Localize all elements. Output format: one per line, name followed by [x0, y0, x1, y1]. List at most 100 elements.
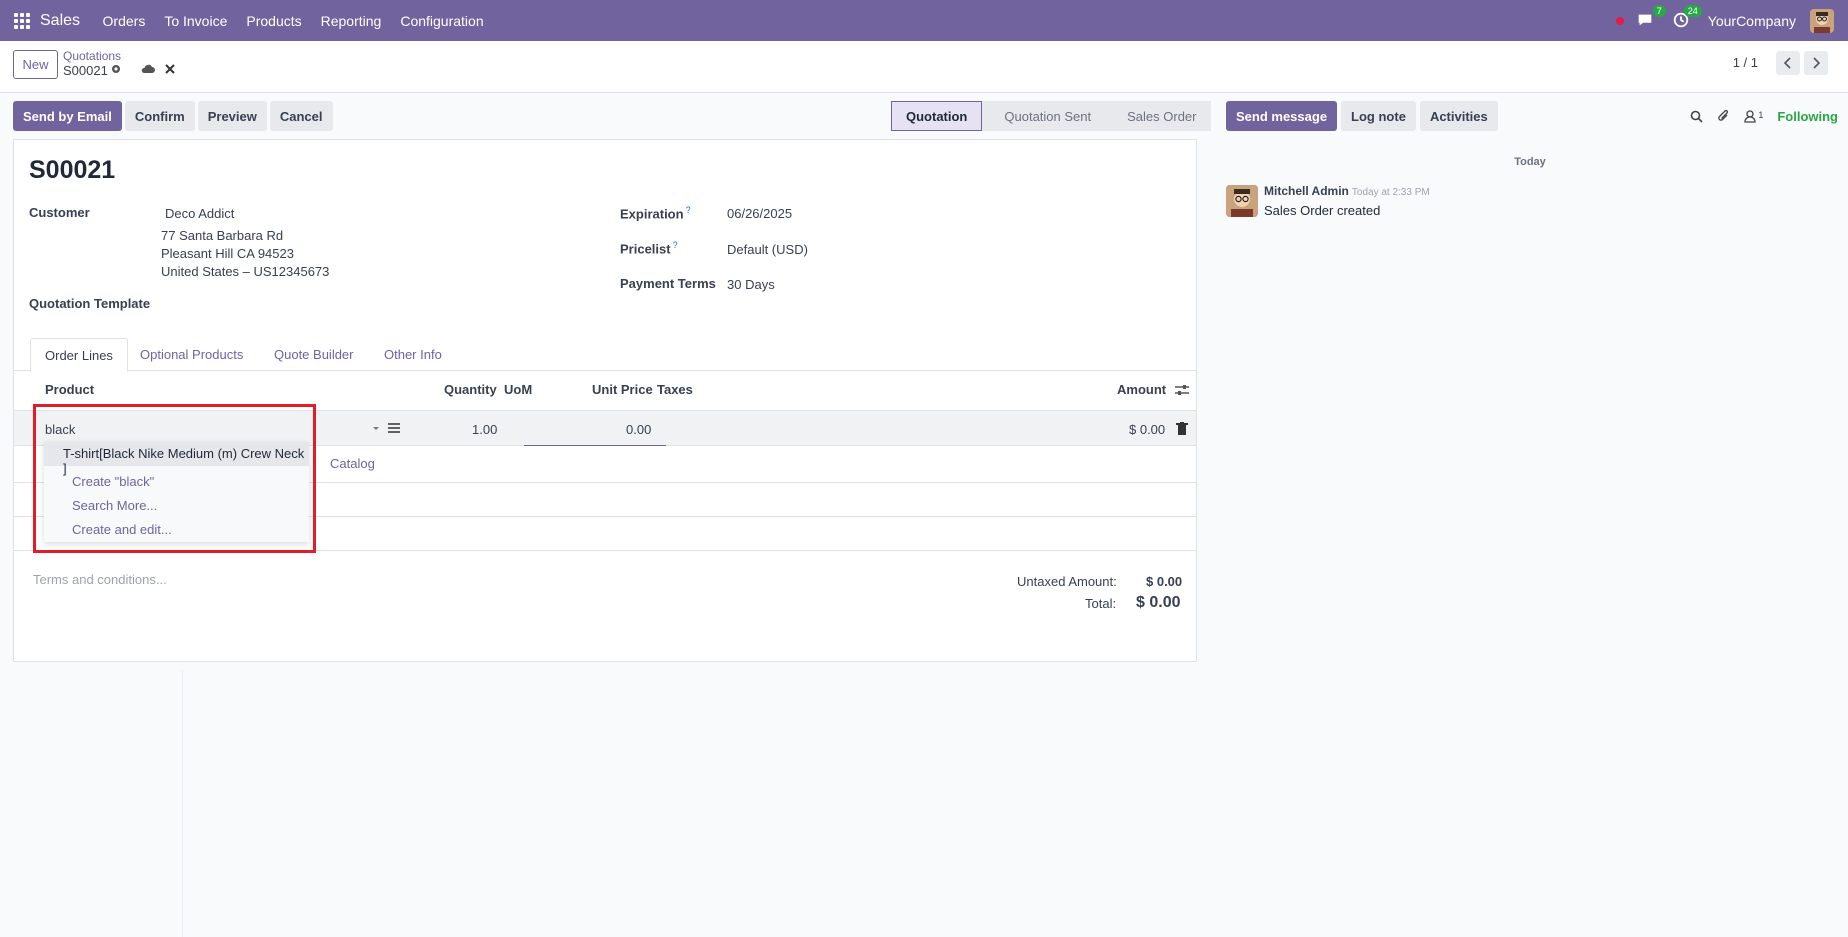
menu-products[interactable]: Products — [237, 13, 311, 29]
date-separator: Today — [1514, 156, 1546, 168]
col-uom[interactable]: UoM — [504, 382, 532, 397]
breadcrumb-quotations[interactable]: Quotations — [63, 49, 121, 63]
breadcrumb-current: S00021 — [63, 63, 108, 78]
autocomplete-create-edit-item[interactable]: Create and edit... — [72, 522, 172, 537]
tab-other-info[interactable]: Other Info — [370, 338, 456, 371]
tab-optional-products[interactable]: Optional Products — [126, 338, 257, 371]
col-unit-price[interactable]: Unit Price — [592, 382, 653, 397]
tab-order-lines[interactable]: Order Lines — [30, 338, 128, 372]
followers-count: 1 — [1758, 109, 1764, 120]
tab-quote-builder[interactable]: Quote Builder — [260, 338, 368, 371]
control-panel: New Quotations S00021 1 / 1 — [0, 41, 1848, 93]
autocomplete-match-item[interactable]: T-shirt[Black Nike Medium (m) Crew Neck … — [44, 442, 309, 476]
autocomplete-create-item[interactable]: Create "black" — [72, 474, 154, 489]
menu-configuration[interactable]: Configuration — [391, 13, 493, 29]
stage-quotation[interactable]: Quotation — [891, 101, 983, 131]
quantity-input[interactable]: 1.00 — [472, 422, 497, 437]
top-navbar: Sales Orders To Invoice Products Reporti… — [0, 0, 1848, 41]
apps-menu-icon[interactable] — [13, 12, 31, 30]
customer-name[interactable]: Deco Addict — [165, 206, 234, 221]
row-divider — [14, 550, 1196, 551]
chevron-left-icon — [1784, 57, 1791, 69]
paperclip-icon[interactable] — [1717, 109, 1730, 123]
unit-price-input[interactable]: 0.00 — [626, 422, 651, 437]
pricelist-label-text: Pricelist — [620, 241, 671, 257]
message-author-name[interactable]: Mitchell Admin — [1264, 184, 1349, 198]
catalog-link[interactable]: Catalog — [330, 456, 375, 471]
untaxed-amount-label: Untaxed Amount: — [1017, 574, 1117, 589]
chevron-right-icon — [1813, 57, 1820, 69]
payment-terms-value[interactable]: 30 Days — [727, 277, 775, 292]
trash-icon[interactable] — [1176, 422, 1188, 435]
col-amount[interactable]: Amount — [1117, 382, 1166, 397]
col-product[interactable]: Product — [45, 382, 94, 397]
app-name[interactable]: Sales — [40, 12, 80, 30]
message-time: Today at 2:33 PM — [1351, 187, 1430, 198]
help-mark[interactable]: ? — [673, 240, 678, 250]
stage-quotation-sent[interactable]: Quotation Sent — [982, 101, 1106, 131]
terms-conditions-input[interactable]: Terms and conditions... — [33, 572, 167, 587]
followers-button[interactable]: 1 — [1744, 110, 1763, 123]
chatter-tools: 1 Following — [1690, 101, 1838, 131]
order-line-edit-row: black 1.00 0.00 $ 0.00 — [14, 410, 1196, 446]
cancel-button[interactable]: Cancel — [269, 101, 333, 131]
menu-to-invoice[interactable]: To Invoice — [155, 13, 237, 29]
quotation-template-label: Quotation Template — [29, 296, 151, 311]
product-configurator-icon[interactable] — [388, 422, 400, 434]
record-title: S00021 — [29, 156, 116, 184]
gear-icon[interactable] — [110, 63, 122, 75]
pager-previous-button[interactable] — [1776, 51, 1800, 75]
customer-address-line1: 77 Santa Barbara Rd — [161, 228, 284, 243]
status-bar: Quotation Quotation Sent Sales Order — [891, 101, 1211, 131]
col-quantity[interactable]: Quantity — [444, 382, 497, 397]
new-button[interactable]: New — [13, 50, 58, 79]
log-note-button[interactable]: Log note — [1341, 101, 1416, 131]
company-switcher[interactable]: YourCompany — [1708, 13, 1796, 29]
payment-terms-label: Payment Terms — [620, 276, 716, 291]
user-avatar[interactable] — [1810, 8, 1834, 33]
customer-address-line3: United States – US12345673 — [161, 264, 330, 279]
search-icon[interactable] — [1690, 110, 1703, 123]
optional-columns-icon[interactable] — [1175, 384, 1189, 396]
confirm-button[interactable]: Confirm — [124, 101, 195, 131]
send-message-button[interactable]: Send message — [1226, 101, 1338, 131]
messages-badge: 7 — [1652, 4, 1666, 17]
caret-down-icon[interactable] — [372, 426, 380, 432]
following-button[interactable]: Following — [1777, 109, 1838, 124]
recording-indicator — [1615, 16, 1624, 25]
expiration-label: Expiration? — [620, 205, 691, 221]
send-by-email-button[interactable]: Send by Email — [13, 101, 122, 131]
autocomplete-search-more-item[interactable]: Search More... — [72, 498, 157, 513]
stage-sales-order[interactable]: Sales Order — [1105, 101, 1211, 131]
expiration-value[interactable]: 06/26/2025 — [727, 206, 792, 221]
pager-next-button[interactable] — [1804, 51, 1828, 75]
form-sheet: S00021 Customer Deco Addict 77 Santa Bar… — [13, 139, 1197, 662]
message-author-avatar — [1226, 185, 1258, 217]
order-lines-header: Product Quantity UoM Unit Price Taxes Am… — [14, 373, 1196, 403]
user-icon — [1744, 109, 1756, 123]
activities-button[interactable]: Activities — [1419, 101, 1498, 131]
chatter-topbar: Send message Log note Activities — [1226, 101, 1498, 131]
breadcrumb-record-name: S00021 — [63, 63, 108, 78]
pager-value[interactable]: 1 / 1 — [1733, 55, 1758, 70]
preview-button[interactable]: Preview — [197, 101, 267, 131]
menu-orders[interactable]: Orders — [93, 13, 155, 29]
pricelist-value[interactable]: Default (USD) — [727, 242, 808, 257]
notebook-tabs: Order Lines Optional Products Quote Buil… — [14, 338, 1196, 372]
customer-label: Customer — [29, 205, 90, 220]
product-autocomplete-dropdown: T-shirt[Black Nike Medium (m) Crew Neck … — [44, 442, 309, 542]
message-author[interactable]: Mitchell Admin Today at 2:33 PM — [1264, 184, 1430, 198]
line-amount: $ 0.00 — [1129, 422, 1166, 437]
col-taxes[interactable]: Taxes — [657, 382, 693, 397]
activities-badge: 24 — [1683, 4, 1702, 17]
total-value: $ 0.00 — [1136, 594, 1181, 611]
menu-reporting[interactable]: Reporting — [311, 13, 391, 29]
save-cloud-icon[interactable] — [141, 63, 155, 75]
total-label: Total: — [1085, 596, 1117, 611]
help-mark[interactable]: ? — [686, 205, 691, 215]
product-input[interactable]: black — [45, 422, 75, 437]
messages-icon[interactable]: 7 — [1636, 4, 1666, 31]
discard-x-icon[interactable] — [165, 64, 175, 74]
customer-address-line2: Pleasant Hill CA 94523 — [161, 246, 294, 261]
activities-clock-icon[interactable]: 24 — [1672, 4, 1702, 31]
